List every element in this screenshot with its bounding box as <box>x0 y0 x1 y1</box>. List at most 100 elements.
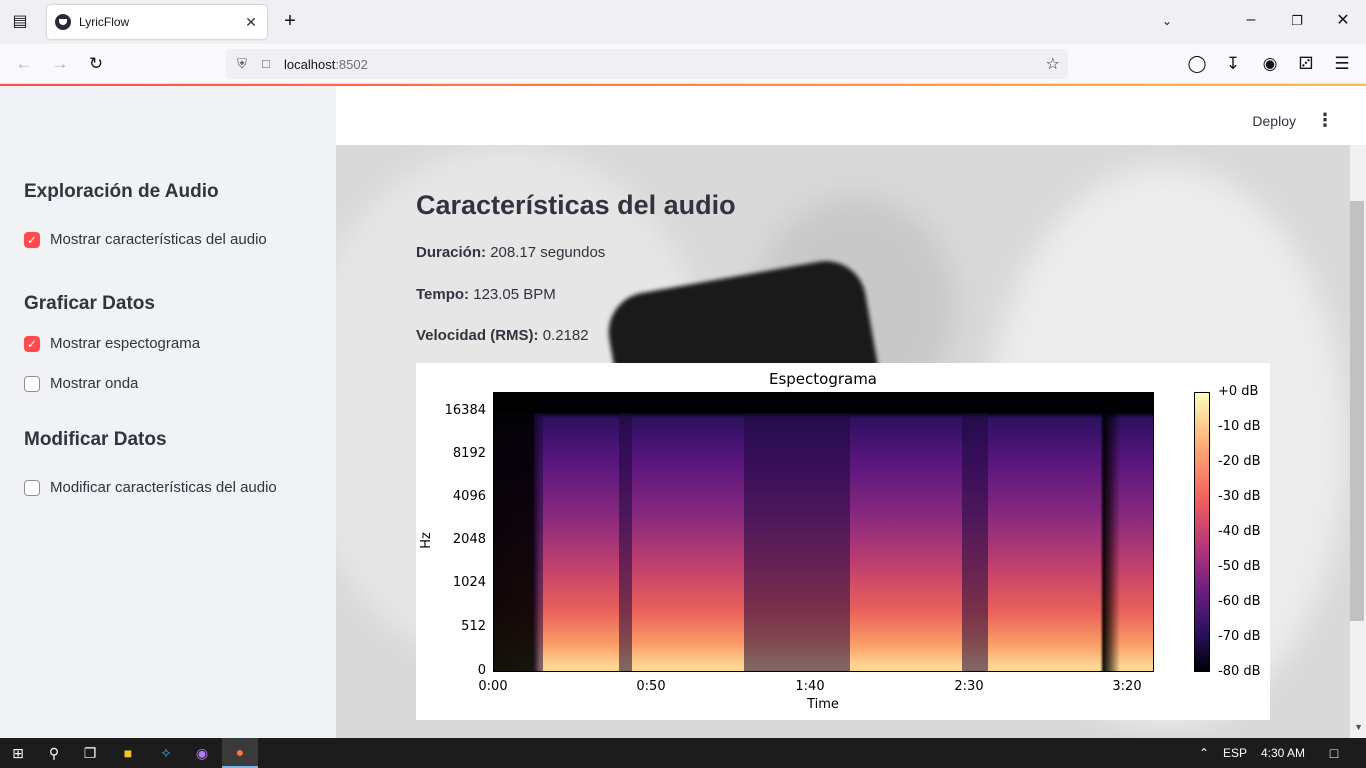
sidebar-heading-exploration: Exploración de Audio <box>24 181 219 202</box>
checkbox-label: Modificar características del audio <box>50 479 277 496</box>
feature-value: 123.05 BPM <box>473 286 556 303</box>
checkbox-show-waveform[interactable]: Mostrar onda <box>24 375 138 392</box>
list-tabs-chevron-icon[interactable]: ⌄ <box>1155 11 1179 31</box>
new-tab-icon[interactable]: + <box>278 11 302 31</box>
feature-key: Duración: <box>416 244 487 261</box>
streamlit-favicon-icon <box>55 14 71 30</box>
hamburger-menu-icon[interactable]: ☰ <box>1331 53 1353 75</box>
checkbox-label: Mostrar onda <box>50 375 139 392</box>
show-hidden-icons-chevron-icon[interactable]: ⌃ <box>1186 738 1222 768</box>
spectrogram-band <box>744 413 850 671</box>
checkbox-checked-icon[interactable]: ✓ <box>24 335 40 352</box>
pocket-icon[interactable]: ◯ <box>1186 53 1208 75</box>
colorbar-tick-label: -60 dB <box>1218 594 1261 609</box>
colorbar-tick-label: -10 dB <box>1218 419 1261 434</box>
colorbar-tick-label: -70 dB <box>1218 629 1261 644</box>
url-host: localhost <box>284 56 336 72</box>
spectrogram-plot-area <box>493 392 1154 672</box>
scroll-down-arrow-icon[interactable]: ▼ <box>1354 722 1363 732</box>
spectrogram-band <box>619 413 633 671</box>
colorbar-tick-label: -30 dB <box>1218 489 1261 504</box>
feature-key: Velocidad (RMS): <box>416 327 539 344</box>
feature-tempo: Tempo: 123.05 BPM <box>416 286 556 303</box>
y-tick-label: 512 <box>461 619 486 634</box>
tab-title: LyricFlow <box>79 15 130 29</box>
vscode-icon[interactable]: ✧ <box>148 738 184 768</box>
os-taskbar: ⊞ ⚲ ❐ ■ ✧ ◉ ● ⌃ ESP 4:30 AM □ <box>0 738 1366 768</box>
close-tab-icon[interactable]: ✕ <box>243 14 259 31</box>
colorbar-tick-label: -50 dB <box>1218 559 1261 574</box>
app-header: Deploy ⋮ <box>336 86 1366 145</box>
spectrogram-band <box>533 413 544 671</box>
colorbar-tick-label: -80 dB <box>1218 664 1261 679</box>
feature-rms: Velocidad (RMS): 0.2182 <box>416 327 589 344</box>
firefox-icon[interactable]: ● <box>222 738 258 768</box>
y-tick-label: 16384 <box>444 403 486 418</box>
x-tick-label: 3:20 <box>1112 679 1142 694</box>
checkbox-label: Mostrar espectograma <box>50 335 201 352</box>
checkbox-label: Mostrar características del audio <box>50 231 267 248</box>
colorbar <box>1194 392 1210 672</box>
bookmark-star-icon[interactable]: ☆ <box>1046 54 1060 74</box>
feature-key: Tempo: <box>416 286 470 303</box>
deploy-button[interactable]: Deploy <box>1252 113 1296 129</box>
address-bar[interactable]: ⛨ □ localhost:8502 ☆ <box>226 49 1068 79</box>
x-tick-label: 2:30 <box>954 679 984 694</box>
y-axis-label: Hz <box>418 532 434 549</box>
feature-value: 0.2182 <box>542 327 589 344</box>
github-desktop-icon[interactable]: ◉ <box>184 738 220 768</box>
x-tick-label: 0:50 <box>636 679 666 694</box>
page-title: Características del audio <box>416 190 736 220</box>
language-indicator[interactable]: ESP <box>1223 746 1247 760</box>
y-tick-label: 0 <box>477 663 486 678</box>
y-tick-label: 8192 <box>452 446 486 461</box>
checkbox-checked-icon[interactable]: ✓ <box>24 231 40 248</box>
spectrogram-figure: Espectograma 16384 8192 4096 2048 1024 5… <box>416 363 1270 720</box>
browser-tab-bar: ▤ LyricFlow ✕ + ⌄ – ❐ ✕ <box>0 0 1366 44</box>
account-icon[interactable]: ◉ <box>1259 53 1281 75</box>
close-window-icon[interactable]: ✕ <box>1331 11 1355 31</box>
y-tick-label: 4096 <box>452 489 486 504</box>
kebab-menu-icon[interactable]: ⋮ <box>1316 110 1334 131</box>
extensions-icon[interactable]: ⚂ <box>1295 53 1317 75</box>
restore-window-icon[interactable]: ❐ <box>1285 11 1309 31</box>
minimize-window-icon[interactable]: – <box>1239 10 1263 30</box>
shield-icon[interactable]: ⛨ <box>234 56 250 72</box>
checkbox-modify-audio-features[interactable]: Modificar características del audio <box>24 479 277 496</box>
checkbox-show-spectrogram[interactable]: ✓ Mostrar espectograma <box>24 335 200 352</box>
tab-overview-icon[interactable]: ▤ <box>8 12 32 32</box>
checkbox-show-audio-features[interactable]: ✓ Mostrar características del audio <box>24 231 267 248</box>
notifications-icon[interactable]: □ <box>1316 738 1352 768</box>
x-tick-label: 1:40 <box>795 679 825 694</box>
spectrogram-band <box>961 413 989 671</box>
scrollbar-thumb[interactable] <box>1350 201 1364 621</box>
sidebar: Exploración de Audio ✓ Mostrar caracterí… <box>0 86 336 738</box>
feature-value: 208.17 segundos <box>490 244 606 261</box>
x-tick-label: 0:00 <box>478 679 508 694</box>
taskbar-clock[interactable]: 4:30 AM <box>1261 746 1305 760</box>
page-info-icon[interactable]: □ <box>258 56 274 72</box>
task-view-icon[interactable]: ❐ <box>72 738 108 768</box>
y-tick-label: 1024 <box>452 575 486 590</box>
search-icon[interactable]: ⚲ <box>36 738 72 768</box>
browser-tab-lyricflow[interactable]: LyricFlow ✕ <box>47 5 267 39</box>
reload-icon[interactable]: ↻ <box>85 53 107 75</box>
checkbox-unchecked-icon[interactable] <box>24 479 40 496</box>
y-tick-label: 2048 <box>452 532 486 547</box>
checkbox-unchecked-icon[interactable] <box>24 375 40 392</box>
x-axis-label: Time <box>807 697 839 712</box>
sidebar-heading-modify: Modificar Datos <box>24 429 167 450</box>
url-port: :8502 <box>335 56 368 72</box>
colorbar-tick-label: +0 dB <box>1218 384 1259 399</box>
downloads-icon[interactable]: ↧ <box>1222 53 1244 75</box>
feature-duration: Duración: 208.17 segundos <box>416 244 605 261</box>
forward-arrow-icon[interactable]: → <box>49 53 71 75</box>
main-content: Deploy ⋮ Características del audio Durac… <box>336 86 1366 738</box>
back-arrow-icon[interactable]: ← <box>13 53 35 75</box>
sidebar-heading-plot: Graficar Datos <box>24 293 155 314</box>
chart-title: Espectograma <box>768 370 878 388</box>
file-explorer-icon[interactable]: ■ <box>110 738 146 768</box>
colorbar-tick-label: -40 dB <box>1218 524 1261 539</box>
windows-start-icon[interactable]: ⊞ <box>0 738 36 768</box>
colorbar-tick-label: -20 dB <box>1218 454 1261 469</box>
